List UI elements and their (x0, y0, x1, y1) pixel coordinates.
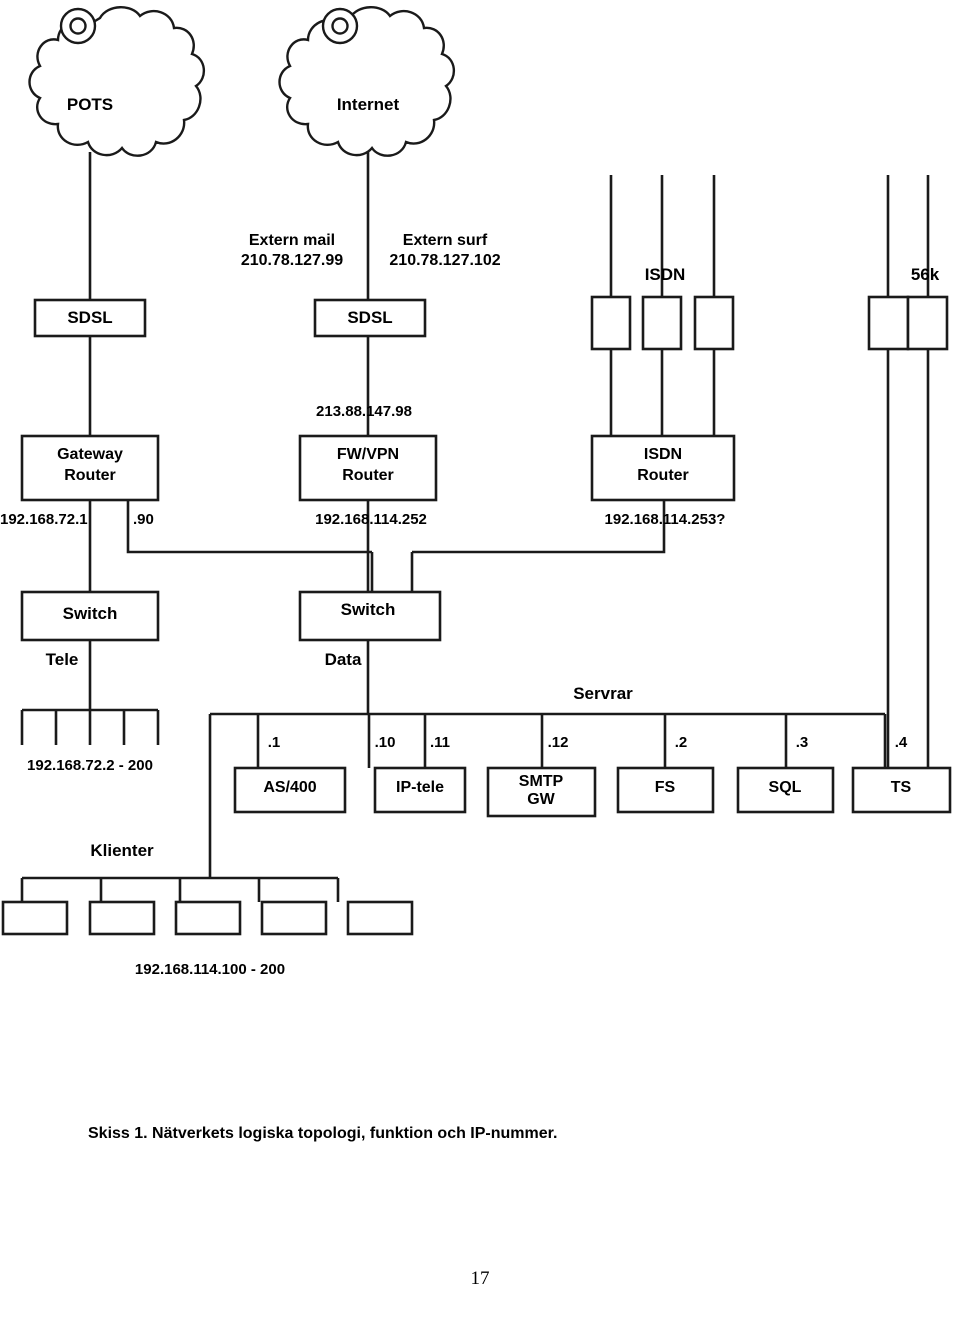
fwvpn-wan-ip: 213.88.147.98 (316, 403, 412, 420)
server-ip-as400: .1 (267, 734, 281, 751)
box-client-1 (1, 900, 69, 936)
switch-tele-label: Switch (62, 604, 118, 623)
clients-label: Klienter (90, 841, 154, 860)
box-client-2 (88, 900, 156, 936)
fwvpn-lan-ip: 192.168.114.252 (315, 511, 427, 528)
gateway-lan-ip-right: .90 (133, 511, 154, 528)
switch-tele-sublabel: Tele (45, 650, 79, 669)
box-client-3 (174, 900, 242, 936)
box-56k-modem-1 (867, 295, 910, 351)
extern-mail-label: Extern mail (248, 232, 336, 249)
fwvpn-router-label-line2: Router (342, 467, 394, 484)
server-label-smtp-gw: SMTP GW (518, 773, 564, 808)
isdn-group-label: ISDN (644, 265, 686, 284)
fwvpn-router-label-line1: FW/VPN (336, 446, 400, 463)
server-label-ts: TS (890, 779, 912, 796)
tele-ip-range: 192.168.72.2 - 200 (27, 757, 153, 774)
servers-group-label: Servrar (573, 684, 633, 703)
cloud-internet-shape (278, 6, 455, 157)
network-topology-diagram: POTS Internet Extern mail 210.78.127.99 … (0, 0, 960, 1327)
server-ip-sql: .3 (795, 734, 809, 751)
box-isdn-modem-3 (693, 295, 735, 351)
server-ip-ip-tele-1: .10 (374, 734, 396, 751)
server-label-sql: SQL (768, 779, 802, 796)
isdn-router-label-line2: Router (637, 467, 689, 484)
switch-data-label: Switch (340, 600, 396, 619)
switch-data-sublabel: Data (324, 650, 362, 669)
sdsl-pots-label: SDSL (67, 308, 113, 327)
server-ip-smtp-gw: .12 (547, 734, 569, 751)
server-ip-ts: .4 (894, 734, 908, 751)
gateway-lan-ip-left: 192.168.72.1 (0, 511, 88, 528)
box-56k-modem-2 (906, 295, 949, 351)
server-label-as400: AS/400 (263, 779, 317, 796)
extern-mail-ip: 210.78.127.99 (240, 252, 344, 269)
server-label-ip-tele: IP-tele (395, 779, 445, 796)
server-ip-ip-tele-2: .11 (429, 734, 451, 751)
box-isdn-modem-2 (641, 295, 683, 351)
modem-56k-label: 56k (910, 265, 940, 284)
cloud-label-pots: POTS (66, 95, 114, 114)
box-client-4 (260, 900, 328, 936)
gateway-router-label-line1: Gateway (57, 446, 123, 463)
gateway-router-label-line2: Router (64, 467, 116, 484)
clients-ip-range: 192.168.114.100 - 200 (134, 961, 286, 978)
extern-surf-label: Extern surf (402, 232, 488, 249)
cloud-pots-shape (28, 6, 205, 157)
sdsl-internet-label: SDSL (347, 308, 393, 327)
isdn-router-lan-ip: 192.168.114.253? (604, 511, 726, 528)
page-number: 17 (470, 1268, 490, 1289)
extern-surf-ip: 210.78.127.102 (389, 252, 501, 269)
cloud-label-internet: Internet (336, 95, 400, 114)
box-isdn-modem-1 (590, 295, 632, 351)
server-ip-fs: .2 (674, 734, 688, 751)
server-label-fs: FS (654, 779, 676, 796)
box-client-5 (346, 900, 414, 936)
isdn-router-label-line1: ISDN (643, 446, 683, 463)
figure-caption: Skiss 1. Nätverkets logiska topologi, fu… (88, 1125, 558, 1142)
